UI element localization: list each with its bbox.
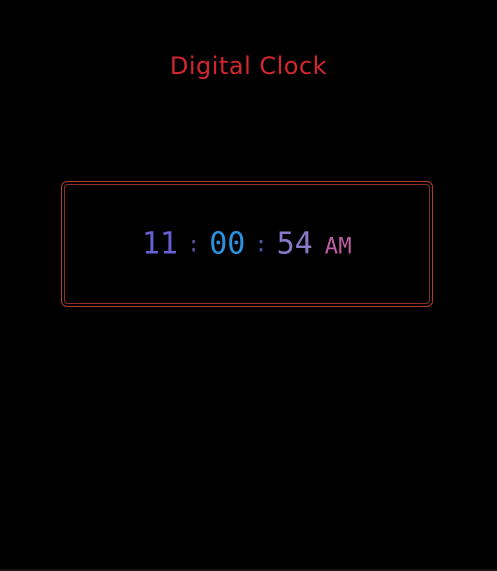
- clock-seconds: 54: [276, 226, 313, 262]
- clock-minutes: 00: [209, 226, 246, 262]
- clock-separator: :: [254, 232, 268, 258]
- clock-frame: 11 : 00 : 54 AM: [61, 181, 433, 307]
- clock-hours: 11: [141, 226, 178, 262]
- clock-separator: :: [186, 232, 201, 258]
- page-title: Digital Clock: [169, 52, 328, 80]
- clock-meridiem: AM: [324, 234, 353, 260]
- clock-readout: 11 : 00 : 54 AM: [62, 227, 432, 262]
